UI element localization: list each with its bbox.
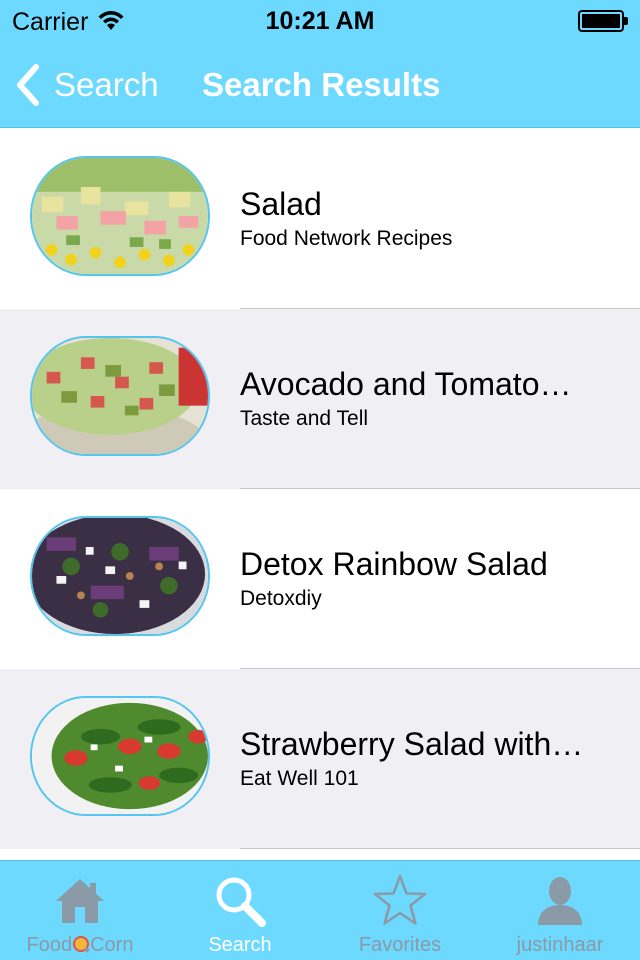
strawberry-salad-photo — [30, 696, 210, 816]
salad-photo — [30, 156, 210, 276]
page-title: Search Results — [202, 66, 441, 103]
tab-label: Favorites — [358, 934, 442, 956]
corn-logo-icon — [73, 936, 90, 953]
status-bar: Carrier 10:21 AM — [0, 0, 640, 40]
navigation-bar: Search Search Results — [0, 40, 640, 128]
result-title: Avocado and Tomato… — [240, 366, 572, 402]
result-row-detox-rainbow[interactable]: Detox Rainbow Salad Detoxdiy — [0, 489, 640, 669]
result-row-strawberry[interactable]: Strawberry Salad with… Eat Well 101 — [0, 669, 640, 849]
tab-label: Food Corn — [26, 934, 134, 956]
tab-search[interactable]: Search — [160, 861, 320, 960]
chevron-left-icon — [17, 64, 39, 106]
battery-level — [582, 14, 620, 28]
result-source: Detoxdiy — [240, 587, 322, 610]
tab-favorites[interactable]: Favorites — [320, 861, 480, 960]
result-source: Taste and Tell — [240, 407, 369, 430]
result-source: Eat Well 101 — [240, 767, 359, 790]
result-title: Detox Rainbow Salad — [240, 546, 548, 582]
result-row-salad[interactable]: Salad Food Network Recipes — [0, 129, 640, 309]
tab-foodcorn[interactable]: Food Corn — [0, 861, 160, 960]
search-results-list[interactable]: Salad Food Network Recipes Avocado and T… — [0, 129, 640, 860]
result-title: Strawberry Salad with… — [240, 726, 584, 762]
avocado-salad-photo — [30, 336, 210, 456]
person-icon — [538, 877, 582, 925]
tab-label: justinhaar — [516, 934, 604, 956]
clock: 10:21 AM — [265, 7, 375, 35]
house-icon — [56, 879, 104, 923]
star-icon — [373, 874, 427, 925]
row-divider — [240, 848, 640, 849]
result-row-avocado-tomato[interactable]: Avocado and Tomato… Taste and Tell — [0, 309, 640, 489]
back-button-label: Search — [54, 66, 159, 103]
search-icon — [216, 877, 266, 927]
back-button[interactable]: Search — [14, 60, 159, 110]
tab-label: Search — [208, 934, 272, 956]
tab-bar: Food Corn Search Favorites justinhaar — [0, 860, 640, 960]
tab-profile[interactable]: justinhaar — [480, 861, 640, 960]
battery-icon — [578, 10, 628, 32]
result-title: Salad — [240, 186, 322, 222]
result-source: Food Network Recipes — [240, 227, 453, 250]
rainbow-salad-photo — [30, 516, 210, 636]
